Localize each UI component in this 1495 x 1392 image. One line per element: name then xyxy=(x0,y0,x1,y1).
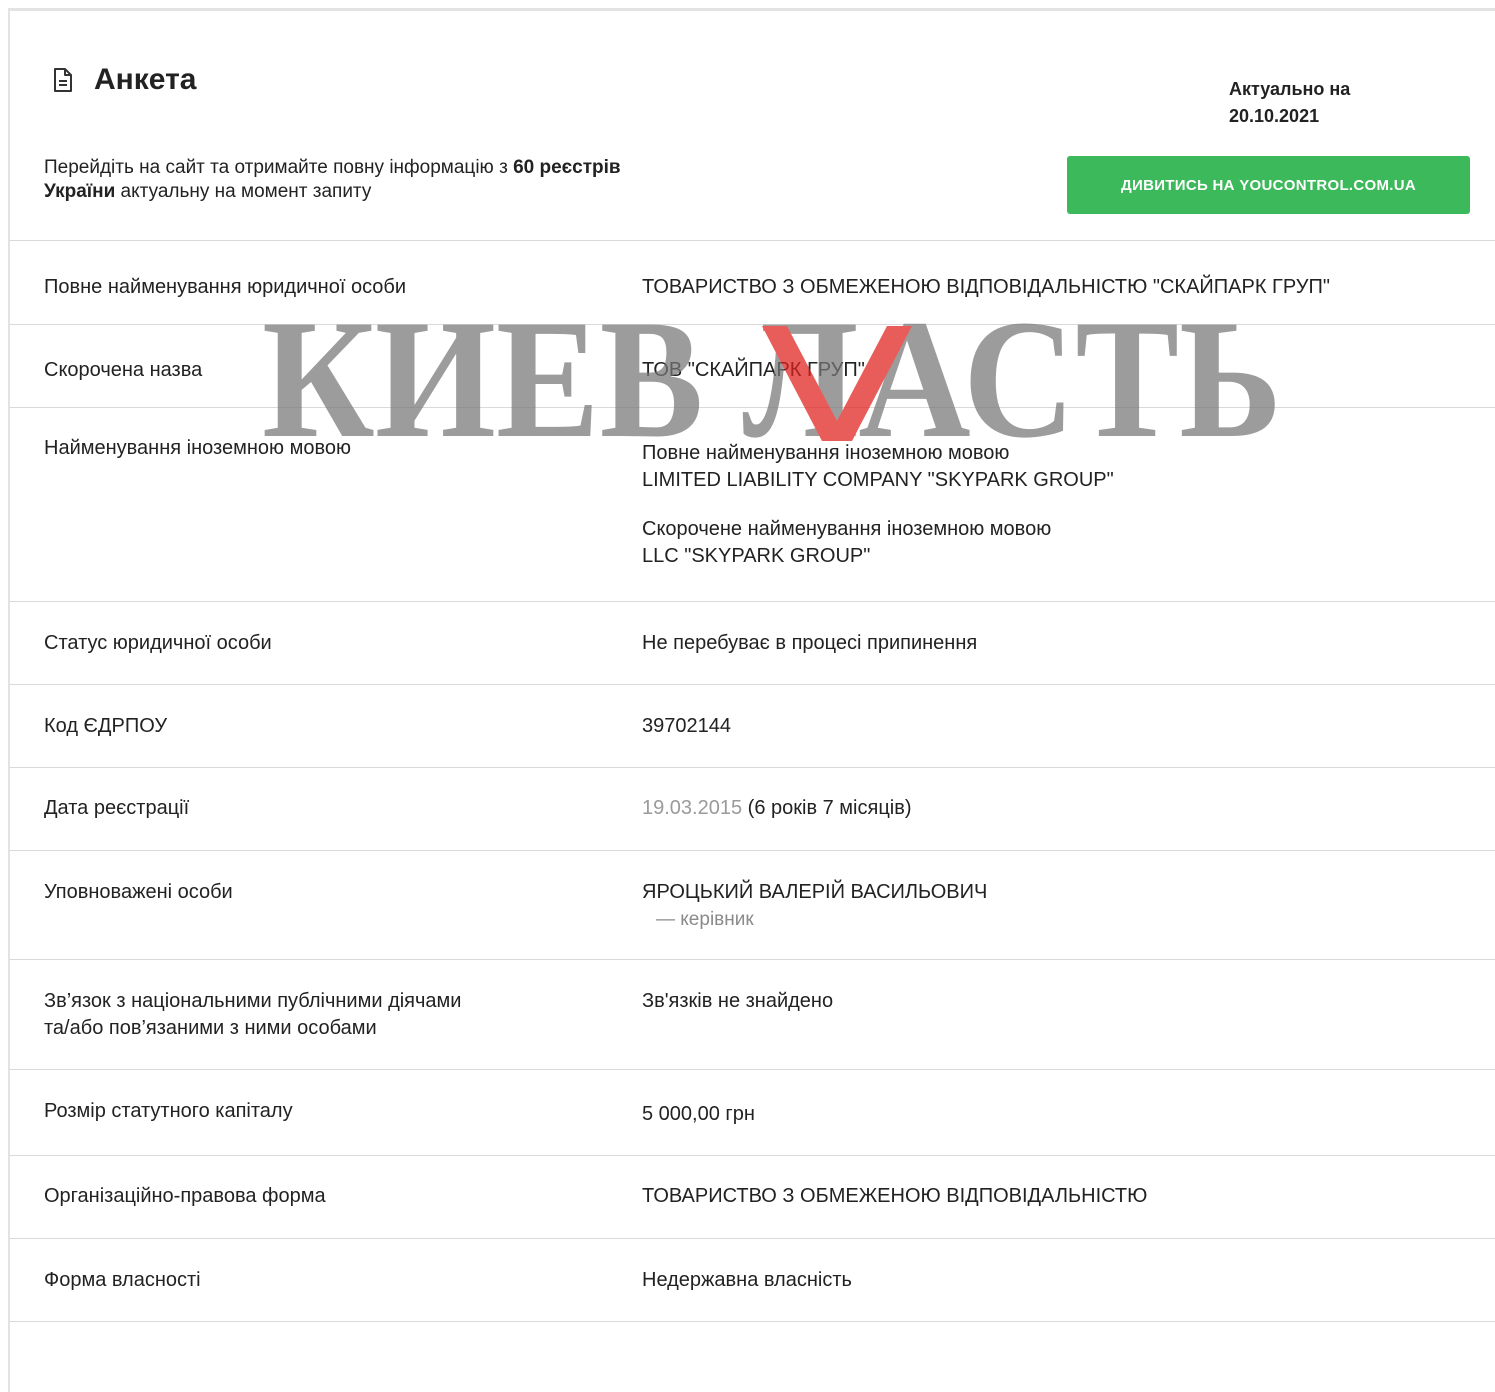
person-name: ЯРОЦЬКИЙ ВАЛЕРІЙ ВАСИЛЬОВИЧ xyxy=(642,881,988,903)
row-value: ТОВАРИСТВО З ОБМЕЖЕНОЮ ВІДПОВІДАЛЬНІСТЮ xyxy=(642,1185,1148,1207)
document-icon xyxy=(52,67,74,93)
row-value: ТОВАРИСТВО З ОБМЕЖЕНОЮ ВІДПОВІДАЛЬНІСТЮ … xyxy=(642,276,1330,298)
view-on-youcontrol-button[interactable]: ДИВИТИСЬ НА YOUCONTROL.COM.UA xyxy=(1067,156,1470,214)
row-value: Недержавна власність xyxy=(642,1269,852,1291)
table-row: Статус юридичної особи Не перебуває в пр… xyxy=(10,602,1495,685)
profile-table: Повне найменування юридичної особи ТОВАР… xyxy=(10,241,1495,1322)
row-label: Код ЄДРПОУ xyxy=(44,715,168,737)
actual-label: Актуально на xyxy=(1229,79,1351,99)
row-label: Уповноважені особи xyxy=(44,881,233,903)
company-profile-card: Анкета Актуально на 20.10.2021 Перейдіть… xyxy=(8,8,1495,1392)
promo-text-part-1: Перейдіть на сайт та отримайте повну інф… xyxy=(44,157,514,178)
profile-header: Анкета Актуально на 20.10.2021 Перейдіть… xyxy=(10,11,1495,241)
row-value: ТОВ "СКАЙПАРК ГРУП" xyxy=(642,359,865,381)
foreign-short-value: LLC "SKYPARK GROUP" xyxy=(642,545,871,567)
table-row: Код ЄДРПОУ 39702144 xyxy=(10,685,1495,768)
table-row: Організаційно-правова форма ТОВАРИСТВО З… xyxy=(10,1156,1495,1239)
table-row: Найменування іноземною мовою Повне найме… xyxy=(10,408,1495,602)
foreign-full-value: LIMITED LIABILITY COMPANY "SKYPARK GROUP… xyxy=(642,469,1114,491)
table-row: Скорочена назва ТОВ "СКАЙПАРК ГРУП" xyxy=(10,325,1495,408)
table-row: Дата реєстрації 19.03.2015 (6 років 7 мі… xyxy=(10,768,1495,851)
row-label: Скорочена назва xyxy=(44,359,203,381)
row-label: Статус юридичної особи xyxy=(44,632,272,654)
page-title: Анкета xyxy=(94,63,197,96)
authorized-capital: 5 000,00 грн xyxy=(642,1103,755,1125)
authorized-person: ЯРОЦЬКИЙ ВАЛЕРІЙ ВАСИЛЬОВИЧ — керівник xyxy=(642,879,987,933)
row-label: Повне найменування юридичної особи xyxy=(44,276,407,298)
table-row: Розмір статутного капіталу 5 000,00 грн xyxy=(10,1070,1495,1156)
actual-date-block: Актуально на 20.10.2021 xyxy=(1229,76,1350,130)
title-row: Анкета xyxy=(52,63,196,97)
foreign-names: Повне найменування іноземною мовою LIMIT… xyxy=(642,440,1114,570)
registration-date-value: 19.03.2015 xyxy=(642,797,743,819)
row-label-line-1: Зв’язок з національними публічними діяча… xyxy=(44,990,462,1012)
row-label: Зв’язок з національними публічними діяча… xyxy=(44,988,461,1042)
foreign-full-title: Повне найменування іноземною мовою xyxy=(642,442,1010,464)
promo-text-part-2: актуальну на момент запиту xyxy=(115,181,372,202)
row-value: Зв'язків не знайдено xyxy=(642,990,834,1012)
promo-text: Перейдіть на сайт та отримайте повну інф… xyxy=(44,156,624,204)
row-value: Не перебуває в процесі припинення xyxy=(642,632,978,654)
registration-duration: (6 років 7 місяців) xyxy=(742,797,912,819)
table-row: Зв’язок з національними публічними діяча… xyxy=(10,960,1495,1070)
row-label: Організаційно-правова форма xyxy=(44,1185,326,1207)
person-role: — керівник xyxy=(656,909,754,930)
actual-date: 20.10.2021 xyxy=(1229,106,1320,126)
foreign-short-title: Скорочене найменування іноземною мовою xyxy=(642,518,1052,540)
row-label: Найменування іноземною мовою xyxy=(44,437,351,459)
row-label: Дата реєстрації xyxy=(44,797,190,819)
row-label-line-2: та/або пов’язаними з ними особами xyxy=(44,1017,377,1039)
table-row: Уповноважені особи ЯРОЦЬКИЙ ВАЛЕРІЙ ВАСИ… xyxy=(10,851,1495,960)
row-label: Форма власності xyxy=(44,1269,201,1291)
table-row: Форма власності Недержавна власність xyxy=(10,1239,1495,1322)
edrpou-code: 39702144 xyxy=(642,715,731,737)
row-label: Розмір статутного капіталу xyxy=(44,1100,293,1122)
registration-date: 19.03.2015 (6 років 7 місяців) xyxy=(642,795,912,822)
table-row: Повне найменування юридичної особи ТОВАР… xyxy=(10,241,1495,325)
